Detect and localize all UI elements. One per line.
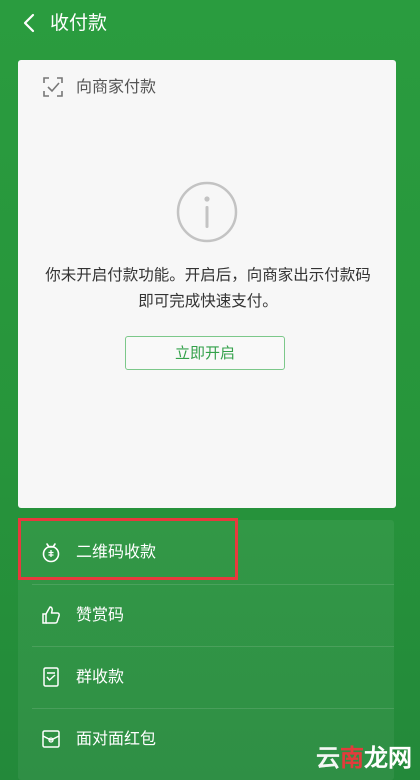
watermark-part: 南 [340,744,364,772]
menu-item-qr-receive[interactable]: 二维码收款 [18,522,394,582]
payment-page: 收付款 向商家付款 你未开启付款功能。开启后，向商家出示付款码即可完成快速支付。… [0,0,420,780]
group-receipt-icon [43,667,59,687]
site-watermark: 云 南 龙网 [316,744,412,772]
menu-item-label: 二维码收款 [76,542,157,561]
watermark-part: 龙网 [364,744,412,772]
red-envelope-icon [42,730,60,748]
menu-item-group-receive[interactable]: 群收款 [18,647,394,707]
watermark-part: 云 [316,744,340,772]
disabled-payment-message: 你未开启付款功能。开启后，向商家出示付款码即可完成快速支付。 [45,266,371,310]
enable-now-button[interactable]: 立即开启 [125,336,285,370]
menu-item-label: 赞赏码 [76,605,125,624]
menu-item-label: 群收款 [76,667,125,686]
receive-menu: 二维码收款 赞赏码 群收款 面对面红包 [18,520,394,780]
back-button[interactable] [14,8,44,38]
scan-check-icon [43,77,63,97]
card-header: 向商家付款 [42,76,156,98]
page-title: 收付款 [50,12,108,34]
chevron-left-icon [23,13,35,33]
menu-item-label: 面对面红包 [76,729,157,748]
pay-merchant-card: 向商家付款 你未开启付款功能。开启后，向商家出示付款码即可完成快速支付。 立即开… [18,60,396,508]
card-title: 向商家付款 [76,77,157,96]
info-icon [176,181,238,243]
top-bar: 收付款 [0,0,420,48]
thumbs-up-icon [42,606,60,624]
menu-item-appreciation-code[interactable]: 赞赏码 [18,585,394,645]
qr-money-bag-icon [42,543,60,563]
